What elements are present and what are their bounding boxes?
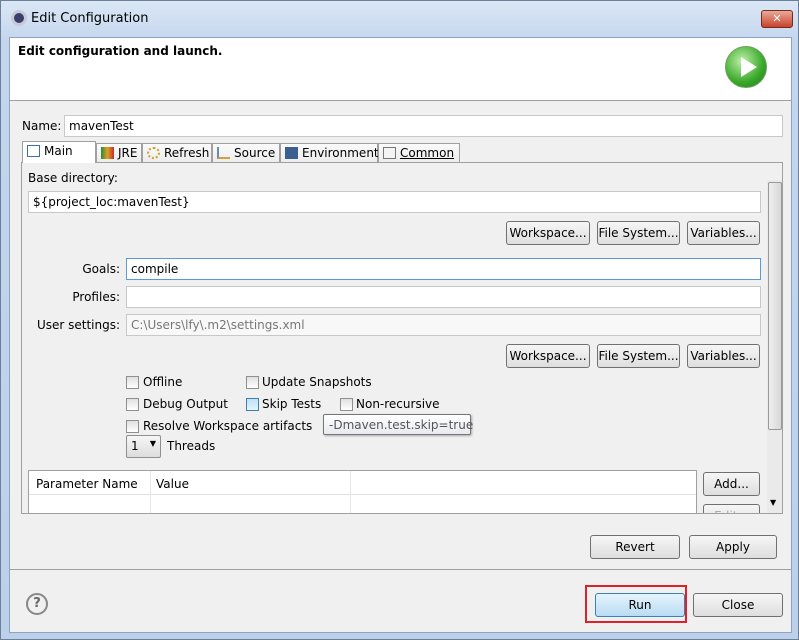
skip-tests-label: Skip Tests (262, 397, 322, 411)
threads-combo[interactable]: 1 ▼ (126, 435, 161, 458)
column-header-parameter-name[interactable]: Parameter Name (36, 477, 138, 491)
tab-label: Source (234, 146, 276, 160)
tab-label: Environment (302, 146, 379, 160)
tab-main[interactable]: Main (22, 141, 96, 163)
settings-file-system-button[interactable]: File System... (597, 344, 680, 368)
user-settings-input[interactable]: C:\Users\lfy\.m2\settings.xml (126, 314, 761, 336)
skip-tests-checkbox[interactable] (246, 398, 259, 411)
base-directory-input[interactable]: ${project_loc:mavenTest} (28, 191, 761, 213)
resolve-workspace-label: Resolve Workspace artifacts (143, 419, 313, 433)
debug-output-label: Debug Output (143, 397, 228, 411)
goals-label: Goals: (82, 262, 120, 276)
update-snapshots-checkbox[interactable] (246, 376, 259, 389)
scroll-down-icon[interactable]: ▼ (770, 498, 776, 507)
chevron-down-icon: ▼ (149, 439, 156, 448)
workspace-button[interactable]: Workspace... (506, 221, 590, 245)
eclipse-app-icon (11, 10, 27, 26)
name-label: Name: (22, 119, 62, 133)
close-button[interactable]: Close (693, 593, 783, 617)
name-input[interactable]: mavenTest (64, 115, 783, 137)
base-directory-label: Base directory: (28, 171, 118, 185)
header-message: Edit configuration and launch. (18, 44, 223, 58)
update-snapshots-label: Update Snapshots (262, 375, 372, 389)
window-close-button[interactable]: ✕ (761, 10, 793, 28)
tab-jre[interactable]: JRE (96, 143, 142, 163)
run-launch-icon (725, 46, 767, 88)
window-title: Edit Configuration (31, 11, 149, 26)
debug-output-checkbox[interactable] (126, 398, 139, 411)
settings-variables-button[interactable]: Variables... (687, 344, 760, 368)
edit-parameter-button[interactable]: Edit... (703, 504, 760, 513)
jre-icon (101, 147, 114, 159)
dialog-header: Edit configuration and launch. (10, 38, 791, 101)
help-icon[interactable]: ? (26, 593, 48, 615)
tab-refresh[interactable]: Refresh (142, 143, 212, 163)
column-divider (150, 471, 151, 513)
non-recursive-label: Non-recursive (356, 397, 440, 411)
apply-button[interactable]: Apply (689, 535, 777, 559)
tab-label: Common (400, 146, 455, 160)
revert-button[interactable]: Revert (590, 535, 680, 559)
tab-label: JRE (118, 146, 138, 160)
tab-label: Refresh (164, 146, 210, 160)
settings-workspace-button[interactable]: Workspace... (506, 344, 590, 368)
profiles-input[interactable] (126, 286, 761, 308)
environment-icon (285, 147, 298, 159)
parameters-table: Parameter Name Value (28, 470, 697, 513)
common-icon (383, 147, 396, 159)
refresh-icon (147, 147, 160, 159)
profiles-label: Profiles: (72, 290, 120, 304)
offline-checkbox[interactable] (126, 376, 139, 389)
dialog-window: Edit Configuration ✕ Edit configuration … (0, 0, 799, 640)
main-icon (27, 145, 40, 157)
column-divider (350, 471, 351, 513)
variables-button[interactable]: Variables... (687, 221, 760, 245)
goals-input[interactable]: compile (126, 258, 761, 280)
tab-source[interactable]: Source (212, 143, 280, 163)
tab-label: Main (44, 144, 73, 158)
add-parameter-button[interactable]: Add... (703, 472, 760, 496)
vertical-scrollbar[interactable]: ▼ (767, 180, 782, 513)
threads-value: 1 (131, 439, 139, 453)
tab-environment[interactable]: Environment (280, 143, 379, 163)
dialog-client: Edit configuration and launch. Name: mav… (9, 37, 792, 633)
threads-label: Threads (167, 439, 216, 453)
run-button[interactable]: Run (595, 593, 685, 617)
tab-common[interactable]: Common (378, 143, 460, 163)
separator (10, 569, 791, 570)
column-header-value[interactable]: Value (156, 477, 189, 491)
user-settings-label: User settings: (36, 318, 120, 332)
skip-tests-tooltip: -Dmaven.test.skip=true (323, 414, 473, 435)
non-recursive-checkbox[interactable] (340, 398, 353, 411)
offline-label: Offline (143, 375, 183, 389)
source-icon (217, 147, 230, 159)
file-system-button[interactable]: File System... (597, 221, 680, 245)
resolve-workspace-checkbox[interactable] (126, 420, 139, 433)
main-tab-panel: Base directory: ${project_loc:mavenTest}… (21, 162, 783, 514)
scrollbar-thumb[interactable] (768, 182, 782, 430)
